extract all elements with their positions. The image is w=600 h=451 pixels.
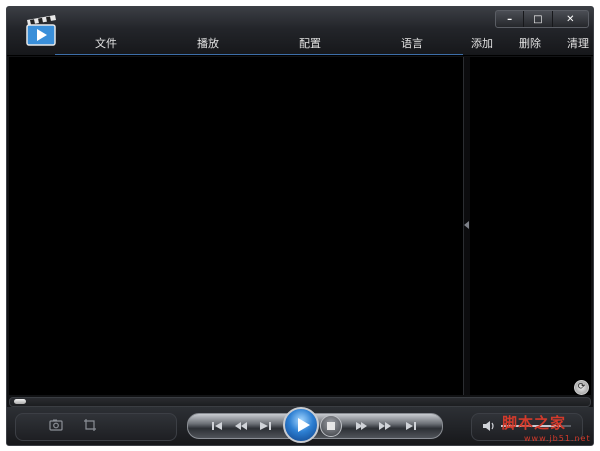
watermark-title: 脚本之家 (502, 414, 567, 432)
chevron-left-icon (464, 221, 469, 229)
close-button[interactable]: ✕ (553, 11, 588, 27)
play-button[interactable] (283, 407, 319, 443)
seek-handle[interactable] (14, 399, 26, 404)
player-window: 文件 播放 配置 语言 添加 删除 清理 – □ ✕ ⟳ (6, 6, 594, 446)
previous-icon[interactable] (209, 418, 225, 434)
maximize-button[interactable]: □ (524, 11, 553, 27)
step-forward-icon[interactable] (353, 418, 369, 434)
fast-forward-icon[interactable] (377, 418, 393, 434)
playlist-delete-button[interactable]: 删除 (519, 35, 541, 51)
menu-file[interactable]: 文件 (55, 35, 157, 51)
stop-button[interactable] (320, 415, 342, 437)
minimize-button[interactable]: – (496, 11, 525, 27)
speaker-icon[interactable] (482, 419, 496, 433)
playlist-add-button[interactable]: 添加 (471, 35, 493, 51)
camera-icon[interactable] (49, 418, 63, 432)
playlist-actions: 添加 删除 清理 (471, 33, 589, 53)
site-watermark: 脚本之家 www.jb51.net (502, 412, 594, 446)
globe-icon[interactable]: ⟳ (574, 380, 589, 395)
menu-play[interactable]: 播放 (157, 35, 259, 51)
menu-language[interactable]: 语言 (361, 35, 463, 51)
play-icon (298, 418, 310, 432)
step-back-icon[interactable] (257, 418, 273, 434)
rewind-icon[interactable] (233, 418, 249, 434)
title-bar: 文件 播放 配置 语言 添加 删除 清理 – □ ✕ (7, 7, 593, 56)
stop-icon (327, 422, 335, 430)
playlist-pane[interactable] (470, 57, 591, 395)
video-display[interactable] (9, 57, 463, 395)
menu-config[interactable]: 配置 (259, 35, 361, 51)
seek-bar[interactable] (9, 397, 591, 407)
crop-frame-icon[interactable] (83, 418, 97, 432)
next-icon[interactable] (403, 418, 419, 434)
playlist-clear-button[interactable]: 清理 (567, 35, 589, 51)
window-controls: – □ ✕ (495, 10, 589, 28)
main-menu: 文件 播放 配置 语言 (55, 31, 463, 55)
watermark-url: www.jb51.net (524, 434, 591, 443)
